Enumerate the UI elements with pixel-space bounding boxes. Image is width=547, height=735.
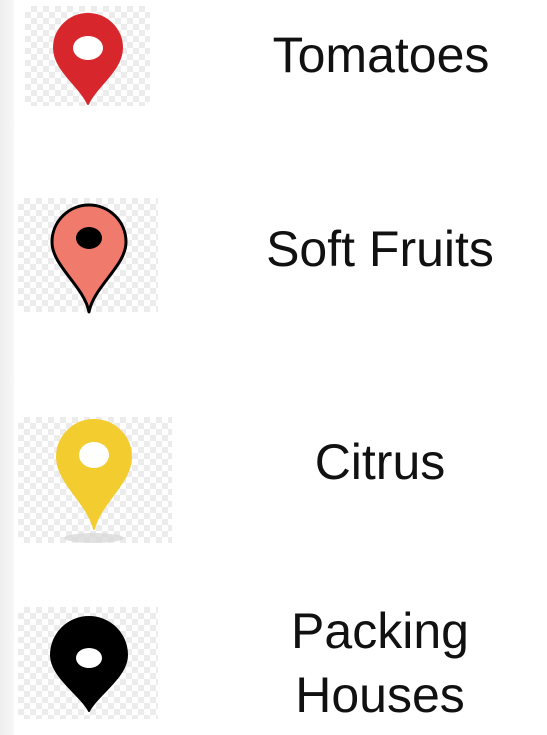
packing-houses-pin-icon: [50, 616, 128, 712]
legend-label-packing-houses-line-1: Packing: [291, 603, 469, 659]
legend-item-soft-fruits: Soft Fruits: [0, 190, 547, 320]
legend-item-packing-houses: Packing Houses: [0, 595, 547, 735]
legend-label-packing-houses: Packing Houses: [250, 599, 510, 727]
legend-label-tomatoes: Tomatoes: [272, 27, 490, 83]
legend-label-citrus: Citrus: [314, 434, 446, 490]
legend-label-packing-houses-line-2: Houses: [295, 667, 465, 723]
legend-item-tomatoes: Tomatoes: [0, 0, 547, 120]
legend-label-soft-fruits: Soft Fruits: [266, 221, 494, 277]
map-legend: Tomatoes Soft Fruits Citrus Packing Hous…: [0, 0, 547, 735]
tomatoes-pin-icon: [53, 13, 123, 105]
legend-item-citrus: Citrus: [0, 405, 547, 550]
soft-fruits-pin-icon: [50, 203, 128, 314]
citrus-pin-icon: [56, 419, 132, 543]
